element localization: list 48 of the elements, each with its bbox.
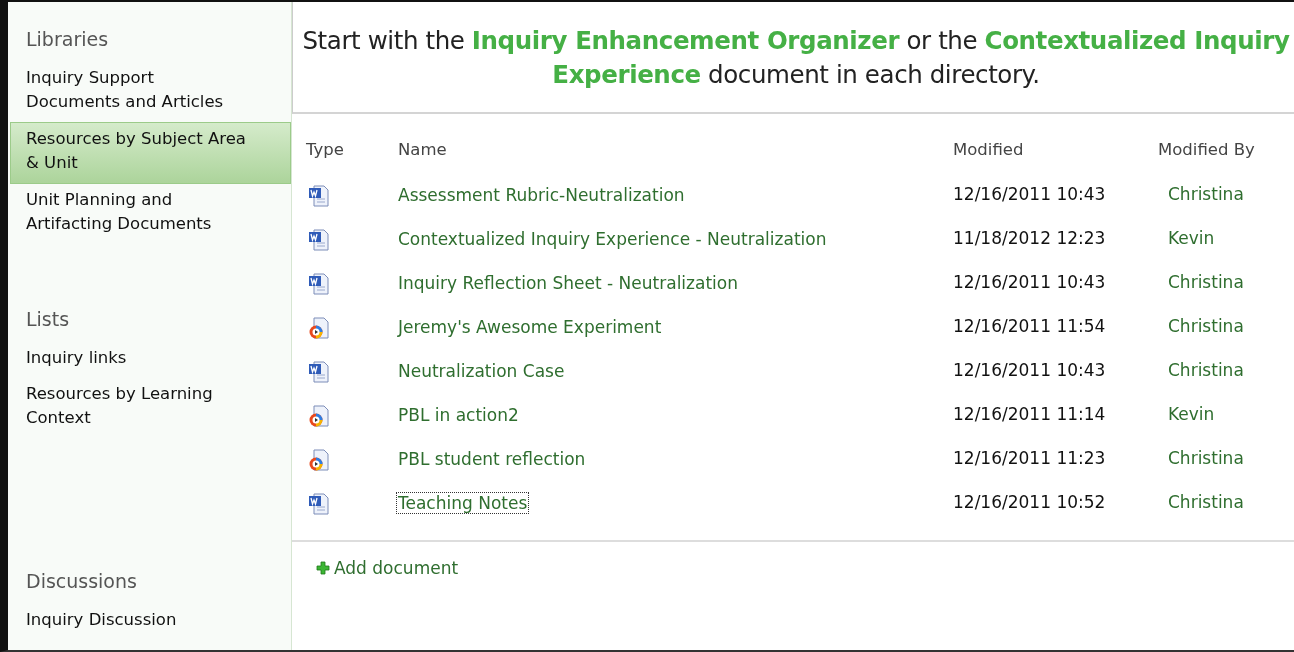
- nav-link[interactable]: Inquiry Support Documents and Articles: [8, 62, 291, 122]
- column-header[interactable]: Modified By: [1158, 140, 1294, 184]
- media-file-icon: [308, 404, 330, 428]
- plus-icon: [316, 561, 330, 575]
- document-link[interactable]: PBL student reflection: [396, 448, 588, 470]
- nav-link[interactable]: Inquiry Discussion: [8, 604, 291, 640]
- column-header[interactable]: Type: [306, 140, 398, 184]
- document-link[interactable]: Assessment Rubric-Neutralization: [396, 184, 687, 206]
- document-link[interactable]: Contextualized Inquiry Experience - Neutralization: [396, 228, 829, 250]
- modified-date: 12/16/2011 11:23: [953, 448, 1107, 470]
- user-link[interactable]: Christina: [1168, 184, 1244, 204]
- nav-link[interactable]: Resources by Subject Area & Unit: [10, 122, 291, 184]
- document-link[interactable]: Teaching Notes: [396, 492, 530, 514]
- document-link[interactable]: Inquiry Reflection Sheet - Neutralization: [396, 272, 740, 294]
- section-heading: Lists: [25, 307, 71, 332]
- word-document-icon: [308, 492, 330, 516]
- column-header[interactable]: Modified: [953, 140, 1158, 184]
- modified-date: 12/16/2011 10:43: [953, 184, 1107, 206]
- modified-date: 12/16/2011 10:43: [953, 360, 1107, 382]
- user-link[interactable]: Christina: [1168, 360, 1244, 380]
- media-file-icon: [308, 316, 330, 340]
- word-document-icon: [308, 228, 330, 252]
- nav-link[interactable]: Inquiry links: [8, 342, 291, 378]
- modified-date: 12/16/2011 10:52: [953, 492, 1107, 514]
- user-link[interactable]: Christina: [1168, 272, 1244, 292]
- media-file-icon: [308, 448, 330, 472]
- nav-link[interactable]: Unit Planning and Artifacting Documents: [8, 184, 291, 244]
- document-link[interactable]: Neutralization Case: [396, 360, 567, 382]
- document-link[interactable]: PBL in action2: [396, 404, 521, 426]
- word-document-icon: [308, 360, 330, 384]
- user-link[interactable]: Christina: [1168, 492, 1244, 512]
- word-document-icon: [308, 184, 330, 208]
- user-link[interactable]: Kevin: [1168, 404, 1215, 424]
- modified-date: 12/16/2011 11:14: [953, 404, 1107, 426]
- nav-link[interactable]: Resources by Learning Context: [8, 378, 291, 438]
- modified-date: 12/16/2011 10:43: [953, 272, 1107, 294]
- user-link[interactable]: Christina: [1168, 316, 1244, 336]
- column-header[interactable]: Name: [398, 140, 953, 184]
- section-heading: Discussions: [25, 569, 138, 594]
- add-document-link[interactable]: Add document: [334, 558, 459, 578]
- document-link[interactable]: Jeremy's Awesome Experiment: [396, 316, 664, 338]
- modified-date: 11/18/2012 12:23: [953, 228, 1107, 250]
- user-link[interactable]: Christina: [1168, 448, 1244, 468]
- modified-date: 12/16/2011 11:54: [953, 316, 1107, 338]
- word-document-icon: [308, 272, 330, 296]
- intro-text: Start with the Inquiry Enhancement Organizer or the Contextualized Inquiry Experience document in each directory.: [292, 2, 1294, 114]
- section-heading: Libraries: [25, 27, 110, 52]
- user-link[interactable]: Kevin: [1168, 228, 1215, 248]
